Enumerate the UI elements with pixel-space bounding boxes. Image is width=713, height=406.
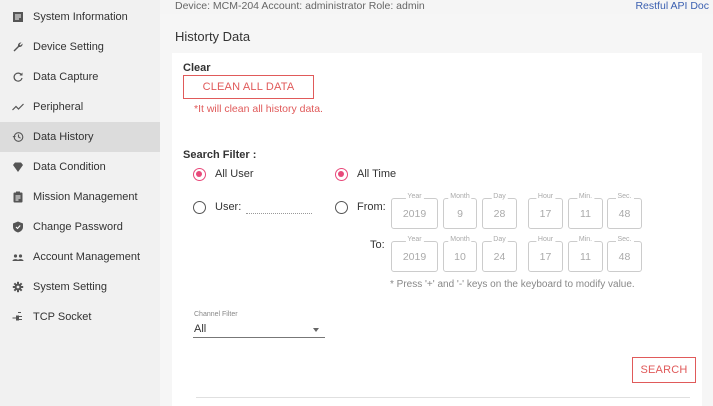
user-input[interactable] (246, 213, 312, 214)
diamond-icon (12, 161, 24, 173)
channel-filter-select[interactable]: All (194, 323, 206, 335)
sidebar-item-data-capture[interactable]: Data Capture (0, 62, 160, 92)
to-sec-field[interactable]: Sec. 48 (607, 236, 642, 272)
clear-warning: *It will clean all history data. (194, 103, 323, 115)
sidebar-item-label: Peripheral (33, 101, 84, 113)
search-button[interactable]: SEARCH (632, 357, 696, 383)
all-time-label: All Time (357, 168, 397, 180)
channel-filter-underline (193, 337, 325, 338)
clear-label: Clear (183, 62, 211, 74)
from-day-field[interactable]: Day 28 (482, 193, 517, 229)
sidebar-item-change-password[interactable]: Change Password (0, 212, 160, 242)
channel-filter-label: Channel Filter (194, 311, 238, 318)
refresh-icon (12, 71, 24, 83)
shield-icon (12, 221, 24, 233)
sidebar-item-system-information[interactable]: System Information (0, 2, 160, 32)
from-hour-field[interactable]: Hour 17 (528, 193, 563, 229)
all-user-radio[interactable] (193, 168, 206, 181)
all-user-label: All User (215, 168, 254, 180)
to-hour-field[interactable]: Hour 17 (528, 236, 563, 272)
chevron-down-icon (313, 328, 319, 332)
user-radio[interactable] (193, 201, 206, 214)
sidebar-item-peripheral[interactable]: Peripheral (0, 92, 160, 122)
to-day-field[interactable]: Day 24 (482, 236, 517, 272)
divider (196, 397, 690, 398)
page-title: Historty Data (175, 29, 251, 44)
history-icon (12, 131, 24, 143)
trend-icon (12, 101, 24, 113)
restful-api-doc-link[interactable]: Restful API Doc (635, 0, 709, 12)
sidebar-item-mission-management[interactable]: Mission Management (0, 182, 160, 212)
sidebar-item-data-condition[interactable]: Data Condition (0, 152, 160, 182)
sidebar-item-label: TCP Socket (33, 311, 92, 323)
device-info: Device: MCM-204 Account: administrator R… (175, 0, 425, 12)
from-year-field[interactable]: Year 2019 (391, 193, 438, 229)
sidebar-item-device-setting[interactable]: Device Setting (0, 32, 160, 62)
to-year-field[interactable]: Year 2019 (391, 236, 438, 272)
from-sec-field[interactable]: Sec. 48 (607, 193, 642, 229)
from-month-field[interactable]: Month 9 (443, 193, 477, 229)
sidebar-item-data-history[interactable]: Data History (0, 122, 160, 152)
sidebar-item-label: Account Management (33, 251, 141, 263)
all-time-radio[interactable] (335, 168, 348, 181)
sidebar-item-label: Data Capture (33, 71, 99, 83)
sidebar-item-label: System Information (33, 11, 128, 23)
sidebar-item-label: Data History (33, 131, 94, 143)
sidebar-item-account-management[interactable]: Account Management (0, 242, 160, 272)
gear-icon (12, 281, 24, 293)
sidebar-item-system-setting[interactable]: System Setting (0, 272, 160, 302)
from-label: From: (357, 201, 386, 213)
sidebar-item-label: Change Password (33, 221, 123, 233)
people-icon (12, 251, 24, 263)
clean-all-data-button[interactable]: CLEAN ALL DATA (183, 75, 314, 99)
search-filter-label: Search Filter : (183, 149, 257, 161)
list-icon (12, 11, 24, 23)
sidebar-item-tcp-socket[interactable]: TCP Socket (0, 302, 160, 332)
sidebar-item-label: Data Condition (33, 161, 106, 173)
clipboard-icon (12, 191, 24, 203)
sidebar: System Information Device Setting Data C… (0, 0, 160, 406)
from-radio[interactable] (335, 201, 348, 214)
to-min-field[interactable]: Min. 11 (568, 236, 603, 272)
plug-icon (12, 311, 24, 323)
to-label: To: (370, 239, 385, 251)
from-min-field[interactable]: Min. 11 (568, 193, 603, 229)
user-label: User: (215, 201, 242, 213)
sidebar-item-label: Mission Management (33, 191, 138, 203)
keyboard-hint: * Press '+' and '-' keys on the keyboard… (390, 279, 635, 290)
to-month-field[interactable]: Month 10 (443, 236, 477, 272)
wrench-icon (12, 41, 24, 53)
sidebar-item-label: Device Setting (33, 41, 104, 53)
sidebar-item-label: System Setting (33, 281, 107, 293)
